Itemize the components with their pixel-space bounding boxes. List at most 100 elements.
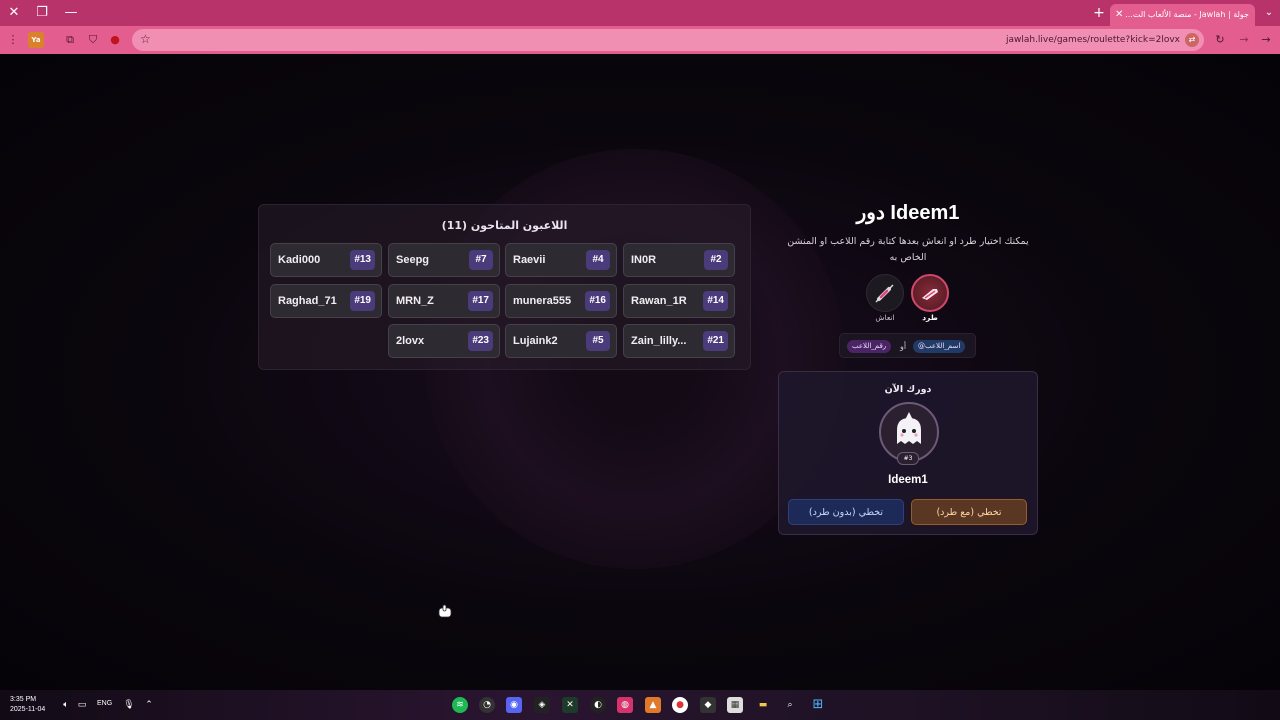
restore-window-icon[interactable]: ❐: [32, 3, 52, 23]
player-number: #2: [704, 250, 728, 270]
game-page: اللاعبون المتاحون (11) IN0R #2 Raevii #4…: [0, 54, 1280, 690]
tab-list-icon[interactable]: ⌄: [1260, 3, 1278, 23]
app-icon[interactable]: ◈: [534, 697, 550, 713]
hint-or: أو: [900, 342, 907, 351]
player-number: #5: [586, 331, 610, 351]
current-turn-card: دورك الآن #3 Ideem1 تخطي (مع طرد) تخطي (…: [778, 371, 1038, 535]
address-bar[interactable]: ☆ jawlah.live/games/roulette?kick=2lovx …: [132, 29, 1204, 51]
syringe-icon: [875, 284, 894, 303]
url-text[interactable]: jawlah.live/games/roulette?kick=2lovx: [1006, 29, 1180, 51]
menu-dots-icon[interactable]: ⋮: [5, 32, 21, 48]
extensions-puzzle-icon[interactable]: ⧉: [62, 32, 78, 48]
player-number: #14: [703, 291, 728, 311]
player-name: Raghad_71: [278, 295, 337, 307]
player-card[interactable]: 2lovx #23: [388, 324, 500, 358]
clock-date: 2025-11-04: [10, 706, 46, 713]
kick-action-button[interactable]: [911, 274, 949, 312]
browser-icon[interactable]: ◍: [617, 697, 633, 713]
obs-icon[interactable]: ◐: [590, 697, 606, 713]
revive-action-label: انعاش: [875, 313, 895, 322]
tab-close-icon[interactable]: ✕: [1115, 4, 1123, 26]
player-number: #23: [468, 331, 493, 351]
language-indicator[interactable]: ENG: [97, 700, 112, 707]
current-player-name: Ideem1: [888, 474, 928, 486]
player-number: #16: [585, 291, 610, 311]
hand-cursor-icon: [438, 604, 452, 618]
player-name: IN0R: [631, 254, 657, 266]
volume-icon[interactable]: 🔈︎: [58, 697, 74, 713]
hint-by-number: رقم_اللاعب: [847, 340, 892, 353]
clock-time: 3:35 PM: [10, 696, 37, 703]
back-icon[interactable]: →: [1258, 32, 1274, 48]
players-title: اللاعبون المتاحون (11): [441, 219, 568, 232]
tray-chevron-icon[interactable]: ⌃: [141, 697, 157, 713]
available-players-panel: اللاعبون المتاحون (11) IN0R #2 Raevii #4…: [258, 204, 751, 370]
player-name: Lujaink2: [513, 335, 558, 347]
player-card[interactable]: Zain_lilly... #21: [623, 324, 735, 358]
tab-title: جولة | Jawlah - منصة الألعاب الت...: [1125, 10, 1249, 19]
browser-titlebar: ✕ ❐ — + جولة | Jawlah - منصة الألعاب الت…: [0, 0, 1280, 26]
shield-icon[interactable]: ⛉: [85, 32, 101, 48]
player-number: #13: [350, 250, 375, 270]
bookmark-star-icon[interactable]: ☆: [140, 32, 151, 46]
browser-tab[interactable]: جولة | Jawlah - منصة الألعاب الت... ✕: [1110, 4, 1255, 26]
player-card[interactable]: Seepg #7: [388, 243, 500, 277]
microphone-icon[interactable]: 🎙︎: [121, 697, 137, 713]
windows-start-icon[interactable]: ⊞: [810, 697, 826, 713]
player-card[interactable]: Raghad_71 #19: [270, 284, 382, 318]
opera-icon[interactable]: ●: [107, 32, 123, 48]
player-name: 2lovx: [396, 335, 425, 347]
kick-action-label: طرد: [922, 313, 938, 322]
hint-by-name: @اسم_اللاعب: [913, 340, 966, 353]
discord-icon[interactable]: ◉: [506, 697, 522, 713]
kick-icon: [922, 289, 938, 300]
avatar-number-badge: #3: [897, 452, 919, 465]
new-tab-icon[interactable]: +: [1090, 3, 1108, 23]
player-card[interactable]: IN0R #2: [623, 243, 735, 277]
input-hint: @اسم_اللاعب أو رقم_اللاعب: [839, 333, 976, 358]
player-name: munera555: [513, 295, 572, 307]
spotify-icon[interactable]: ≋: [452, 697, 468, 713]
search-icon[interactable]: ⌕: [782, 697, 798, 713]
skip-with-kick-button[interactable]: تخطي (مع طرد): [911, 499, 1027, 525]
player-number: #4: [586, 250, 610, 270]
player-name: Zain_lilly...: [631, 335, 687, 347]
player-number: #21: [703, 331, 728, 351]
player-card[interactable]: Lujaink2 #5: [505, 324, 617, 358]
app-icon[interactable]: ◆: [700, 697, 716, 713]
player-number: #19: [350, 291, 375, 311]
clock[interactable]: 3:35 PM 2025-11-04: [10, 695, 45, 715]
player-card[interactable]: munera555 #16: [505, 284, 617, 318]
site-settings-icon[interactable]: ⇄: [1185, 33, 1199, 47]
file-explorer-icon[interactable]: ▬: [755, 697, 771, 713]
player-name: Seepg: [396, 254, 430, 266]
store-icon[interactable]: ▦: [727, 697, 743, 713]
reload-icon[interactable]: ↻: [1212, 32, 1228, 48]
player-name: Raevii: [513, 254, 546, 266]
network-icon[interactable]: ▭: [74, 697, 90, 713]
player-number: #17: [468, 291, 493, 311]
app-icon[interactable]: ◔: [479, 697, 495, 713]
player-card[interactable]: Kadi000 #13: [270, 243, 382, 277]
app-icon[interactable]: ▲: [645, 697, 661, 713]
revive-action-button[interactable]: [866, 274, 904, 312]
taskbar: 3:35 PM 2025-11-04 🔈︎ ▭ ENG 🎙︎ ⌃ ≋ ◔ ◉ ◈…: [0, 690, 1280, 720]
turn-description: يمكنك اختيار طرد او انعاش بعدها كتابة رق…: [787, 236, 1029, 263]
browser-toolbar: ⋮ Ya ⧉ ⛉ ● ☆ jawlah.live/games/roulette?…: [0, 26, 1280, 54]
player-name: MRN_Z: [396, 295, 434, 307]
extension-icon[interactable]: Ya: [28, 32, 44, 48]
terminal-icon[interactable]: ✕: [562, 697, 578, 713]
close-window-icon[interactable]: ✕: [4, 3, 24, 23]
minimize-window-icon[interactable]: —: [61, 3, 81, 23]
skip-without-kick-button[interactable]: تخطي (بدون طرد): [788, 499, 904, 525]
player-card[interactable]: Rawan_1R #14: [623, 284, 735, 318]
player-card[interactable]: Raevii #4: [505, 243, 617, 277]
chrome-icon[interactable]: ●: [672, 697, 688, 713]
current-turn-label: دورك الآن: [884, 384, 932, 395]
player-number: #7: [469, 250, 493, 270]
player-card[interactable]: MRN_Z #17: [388, 284, 500, 318]
player-name: Kadi000: [278, 254, 321, 266]
turn-title: دور Ideem1: [856, 202, 960, 224]
player-name: Rawan_1R: [631, 295, 687, 307]
forward-icon[interactable]: →: [1236, 32, 1252, 48]
